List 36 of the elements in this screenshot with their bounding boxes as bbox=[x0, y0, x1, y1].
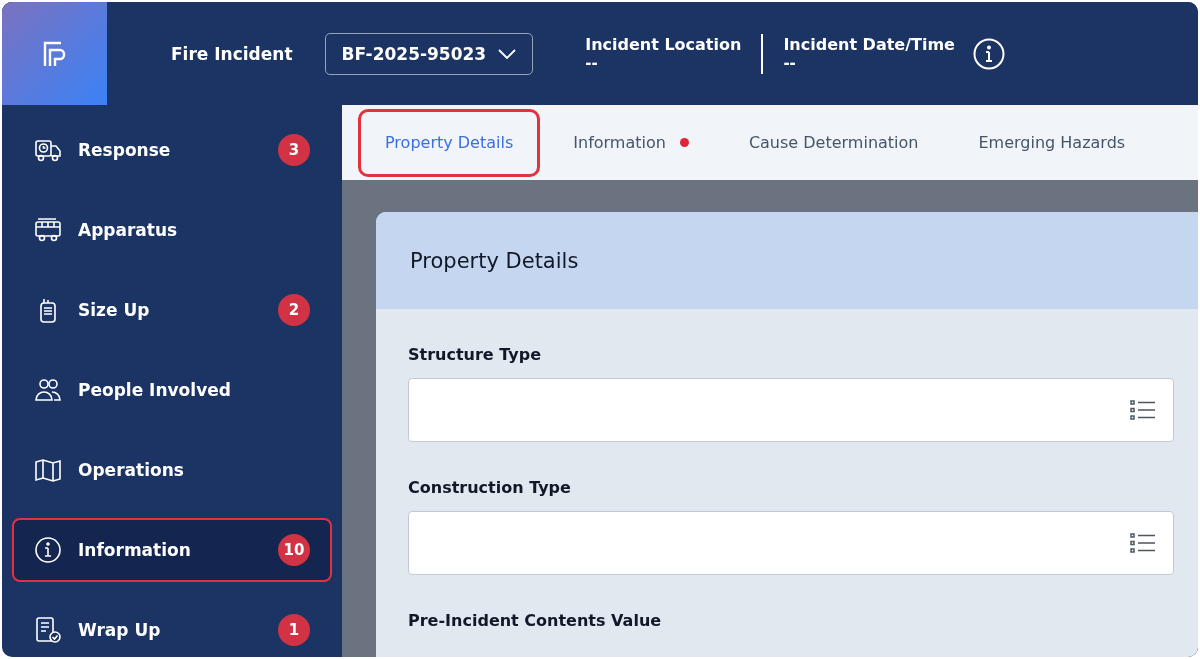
sidebar-item[interactable]: People Involved bbox=[12, 358, 332, 422]
count-badge: 3 bbox=[278, 134, 310, 166]
field-label: Structure Type bbox=[408, 345, 543, 364]
tab[interactable]: Information bbox=[546, 108, 716, 177]
sidebar-item[interactable]: Apparatus bbox=[12, 198, 332, 262]
sidebar-item[interactable]: Operations bbox=[12, 438, 332, 502]
module-title: Fire Incident bbox=[171, 43, 293, 64]
field-label: Construction Type bbox=[408, 478, 572, 497]
sidebar-item[interactable]: Size Up 2 bbox=[12, 278, 332, 342]
map-icon bbox=[34, 456, 62, 484]
people-icon bbox=[34, 376, 62, 404]
field-value: -- bbox=[585, 53, 599, 73]
fire-engine-icon bbox=[34, 216, 62, 244]
sidebar-item[interactable]: Wrap Up 1 bbox=[12, 598, 332, 657]
sidebar-item[interactable]: Information 10 bbox=[12, 518, 332, 582]
chevron-down-icon bbox=[498, 48, 517, 59]
card-title: Property Details bbox=[410, 248, 579, 273]
sidebar-item[interactable]: Response 3 bbox=[12, 118, 332, 182]
incident-select[interactable]: BF-2025-95023 bbox=[324, 32, 534, 75]
count-badge: 2 bbox=[278, 294, 310, 326]
field-label: Incident Date/Time bbox=[783, 34, 955, 54]
tab[interactable]: Cause Determination bbox=[721, 108, 946, 177]
field-label: Pre-Incident Contents Value bbox=[408, 611, 663, 630]
count-badge: 10 bbox=[278, 534, 310, 566]
tab[interactable]: Emerging Hazards bbox=[951, 108, 1153, 177]
select-field[interactable] bbox=[408, 378, 1174, 442]
count-badge: 1 bbox=[278, 614, 310, 646]
select-field[interactable] bbox=[408, 511, 1174, 575]
list-icon bbox=[1129, 398, 1157, 422]
checklist-icon bbox=[34, 616, 62, 644]
info-icon[interactable] bbox=[972, 37, 1005, 70]
list-icon bbox=[1129, 531, 1157, 555]
tab[interactable]: Property Details bbox=[358, 108, 541, 177]
field-value: -- bbox=[783, 53, 797, 73]
info-icon bbox=[34, 536, 62, 564]
field-label: Incident Location bbox=[585, 34, 742, 54]
